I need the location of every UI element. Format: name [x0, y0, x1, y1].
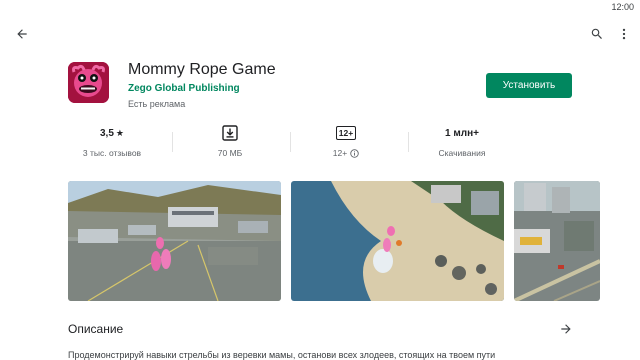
app-size: 70 МБ — [217, 148, 243, 158]
search-button[interactable] — [585, 22, 609, 46]
stat-downloads: 1 млн+ Скачивания — [418, 124, 506, 162]
reviews-count: 3 тыс. отзывов — [82, 148, 142, 158]
developer-link[interactable]: Zego Global Publishing — [128, 83, 240, 94]
status-time: 12:00 — [611, 2, 634, 12]
star-icon: ★ — [115, 127, 124, 138]
rating-value: 3,5 — [100, 127, 114, 139]
divider — [172, 132, 173, 152]
more-options-button[interactable] — [612, 22, 636, 46]
top-app-bar — [0, 20, 640, 48]
status-bar: 12:00 — [0, 0, 640, 14]
screenshot-carousel[interactable] — [68, 181, 640, 301]
description-text: Продемонстрируй навыки стрельбы из верев… — [68, 350, 496, 360]
app-title: Mommy Rope Game — [128, 61, 276, 78]
app-icon[interactable] — [68, 62, 109, 103]
app-stats: 3,5 ★ 3 тыс. отзывов 70 МБ 12+ 12+ 1 млн… — [68, 124, 588, 162]
install-button[interactable]: Установить — [486, 73, 572, 98]
screenshot-beach[interactable] — [291, 181, 504, 301]
description-heading: Описание — [68, 322, 124, 336]
app-header: Mommy Rope Game Zego Global Publishing Е… — [68, 60, 588, 110]
more-vert-icon — [622, 28, 626, 40]
screenshot-airport-image — [68, 181, 281, 301]
stat-age-rating[interactable]: 12+ 12+ — [302, 124, 390, 162]
stat-rating[interactable]: 3,5 ★ 3 тыс. отзывов — [68, 124, 156, 162]
age-rating-badge: 12+ — [335, 126, 357, 140]
search-icon — [591, 28, 602, 39]
divider — [290, 132, 291, 152]
info-icon[interactable] — [350, 148, 359, 158]
back-button[interactable] — [10, 22, 34, 46]
arrow-forward-icon — [561, 324, 571, 334]
screenshot-airport[interactable] — [68, 181, 281, 301]
stat-size: 70 МБ — [186, 124, 274, 162]
arrow-back-icon — [17, 29, 27, 39]
downloads-label: Скачивания — [438, 148, 486, 158]
divider — [408, 132, 409, 152]
download-box-icon — [222, 125, 238, 141]
screenshot-beach-image — [291, 181, 504, 301]
screenshot-city-image — [514, 181, 600, 301]
app-icon-art — [68, 62, 109, 103]
downloads-value: 1 млн+ — [445, 127, 479, 139]
age-rating-label: 12+ — [332, 148, 348, 158]
contains-ads-note: Есть реклама — [128, 99, 186, 109]
screenshot-city[interactable] — [514, 181, 600, 301]
description-more-button[interactable] — [556, 319, 576, 339]
